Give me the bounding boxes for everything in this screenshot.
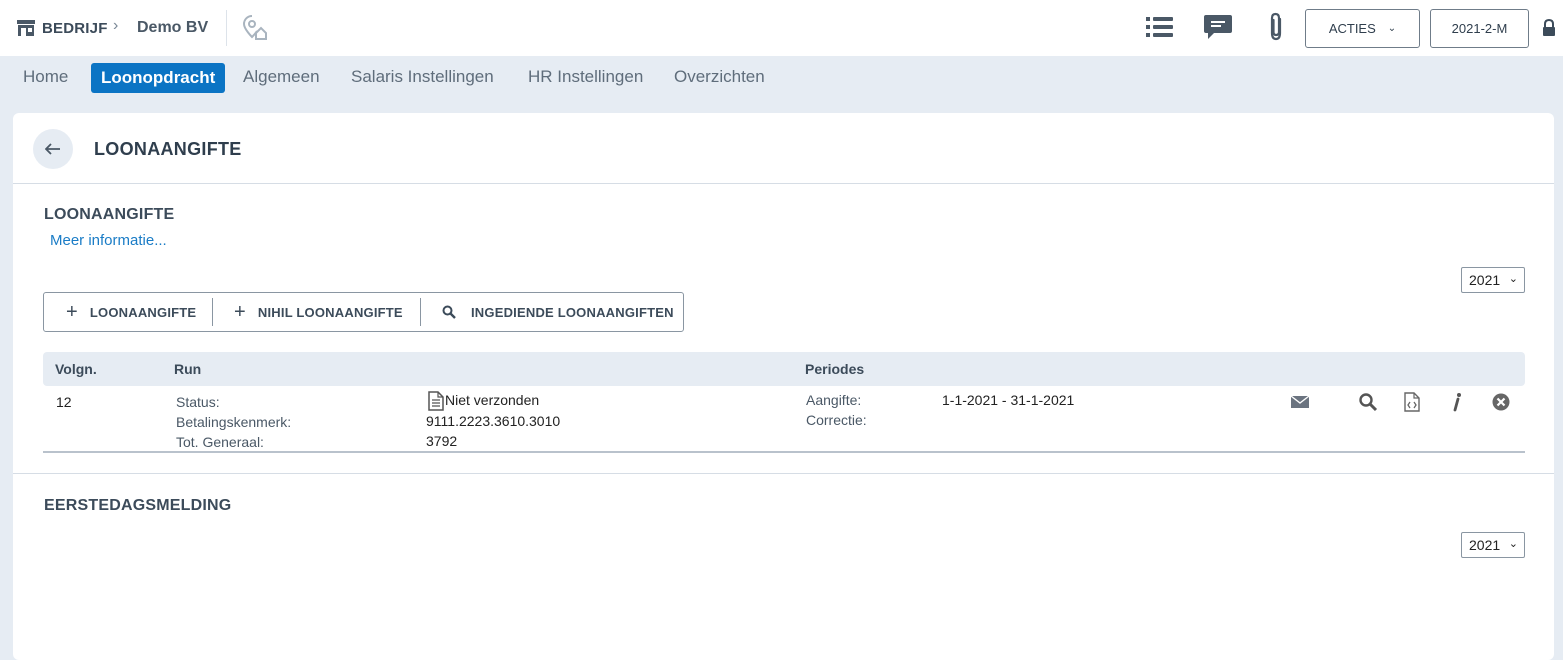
- year-select-value: 2021: [1469, 537, 1501, 553]
- paperclip-icon[interactable]: [1265, 12, 1287, 42]
- table-header: Volgn. Run Periodes: [43, 352, 1525, 386]
- chat-icon[interactable]: [1202, 14, 1234, 42]
- row-aangifte-value: 1-1-2021 - 31-1-2021: [942, 392, 1075, 408]
- lock-icon[interactable]: [1542, 19, 1556, 37]
- search-icon[interactable]: [1358, 392, 1378, 412]
- nav-item-home[interactable]: Home: [23, 67, 68, 87]
- row-volgn: 12: [56, 394, 72, 410]
- nav-item-hr-instellingen[interactable]: HR Instellingen: [528, 67, 643, 87]
- divider: [13, 473, 1554, 474]
- submitted-loonaangiften-button[interactable]: INGEDIENDE LOONAANGIFTEN: [421, 293, 683, 331]
- divider: [43, 451, 1525, 453]
- main-card: LOONAANGIFTE LOONAANGIFTE Meer informati…: [13, 113, 1554, 660]
- info-icon[interactable]: [1447, 392, 1467, 412]
- main-nav: Home Loonopdracht Algemeen Salaris Inste…: [0, 56, 1563, 100]
- chevron-down-icon: ⌄: [1508, 273, 1518, 285]
- row-kenmerk-value: 9111.2223.3610.3010: [426, 413, 561, 429]
- column-header-periodes: Periodes: [805, 361, 865, 377]
- arrow-left-icon: [45, 143, 60, 155]
- breadcrumb-company-name[interactable]: Demo BV: [137, 19, 208, 37]
- breadcrumb-company-label[interactable]: BEDRIJF: [42, 20, 108, 37]
- section-title-loonaangifte: LOONAANGIFTE: [44, 206, 175, 223]
- delete-circle-icon[interactable]: [1491, 392, 1511, 412]
- code-file-icon[interactable]: [1402, 392, 1422, 412]
- row-aangifte-label: Aangifte:: [806, 392, 862, 408]
- row-totaal-label: Tot. Generaal:: [176, 434, 264, 450]
- acties-label: ACTIES: [1328, 21, 1376, 36]
- nav-item-algemeen[interactable]: Algemeen: [243, 67, 320, 87]
- nav-item-overzichten[interactable]: Overzichten: [674, 67, 765, 87]
- search-icon: [442, 305, 456, 319]
- row-correctie-label: Correctie:: [806, 412, 867, 428]
- loonaangifte-button-group: + LOONAANGIFTE + NIHIL LOONAANGIFTE INGE…: [43, 292, 684, 332]
- chevron-right-icon: ›: [113, 17, 119, 34]
- row-status-label: Status:: [176, 394, 220, 410]
- year-select-eerstedagsmelding[interactable]: 2021 ⌄: [1461, 532, 1525, 558]
- store-icon: [17, 20, 35, 36]
- period-label: 2021-2-M: [1451, 21, 1508, 36]
- submitted-loonaangiften-label: INGEDIENDE LOONAANGIFTEN: [471, 304, 674, 320]
- document-icon: [428, 391, 444, 411]
- divider: [226, 10, 227, 46]
- year-select-loonaangifte[interactable]: 2021 ⌄: [1461, 267, 1525, 293]
- column-header-volgn: Volgn.: [55, 361, 97, 377]
- page-title: LOONAANGIFTE: [94, 139, 242, 159]
- back-button[interactable]: [33, 129, 73, 169]
- period-button[interactable]: 2021-2-M: [1430, 9, 1529, 48]
- more-info-link[interactable]: Meer informatie...: [50, 232, 167, 249]
- top-bar: BEDRIJF › Demo BV ACTIES ⌄ 2021-2-M: [0, 0, 1563, 56]
- add-nihil-loonaangifte-label: NIHIL LOONAANGIFTE: [257, 304, 403, 320]
- add-loonaangifte-button[interactable]: + LOONAANGIFTE: [44, 293, 212, 331]
- mail-icon[interactable]: [1290, 392, 1310, 412]
- location-home-icon[interactable]: [241, 13, 269, 41]
- row-totaal-value: 3792: [426, 433, 458, 449]
- nav-item-salaris-instellingen[interactable]: Salaris Instellingen: [351, 67, 494, 87]
- acties-dropdown-button[interactable]: ACTIES ⌄: [1305, 9, 1420, 48]
- row-kenmerk-label: Betalingskenmerk:: [176, 414, 292, 430]
- add-loonaangifte-label: LOONAANGIFTE: [89, 304, 197, 320]
- chevron-down-icon: ⌄: [1508, 538, 1518, 550]
- nav-item-loonopdracht[interactable]: Loonopdracht: [91, 63, 226, 93]
- year-select-value: 2021: [1469, 272, 1501, 288]
- list-icon[interactable]: [1145, 15, 1175, 39]
- plus-icon: +: [234, 301, 246, 323]
- plus-icon: +: [66, 301, 78, 323]
- divider: [13, 183, 1554, 184]
- row-status-value: Niet verzonden: [445, 392, 540, 408]
- section-title-eerstedagsmelding: EERSTEDAGSMELDING: [44, 497, 232, 514]
- column-header-run: Run: [174, 361, 202, 377]
- add-nihil-loonaangifte-button[interactable]: + NIHIL LOONAANGIFTE: [213, 293, 420, 331]
- chevron-down-icon: ⌄: [1387, 23, 1397, 34]
